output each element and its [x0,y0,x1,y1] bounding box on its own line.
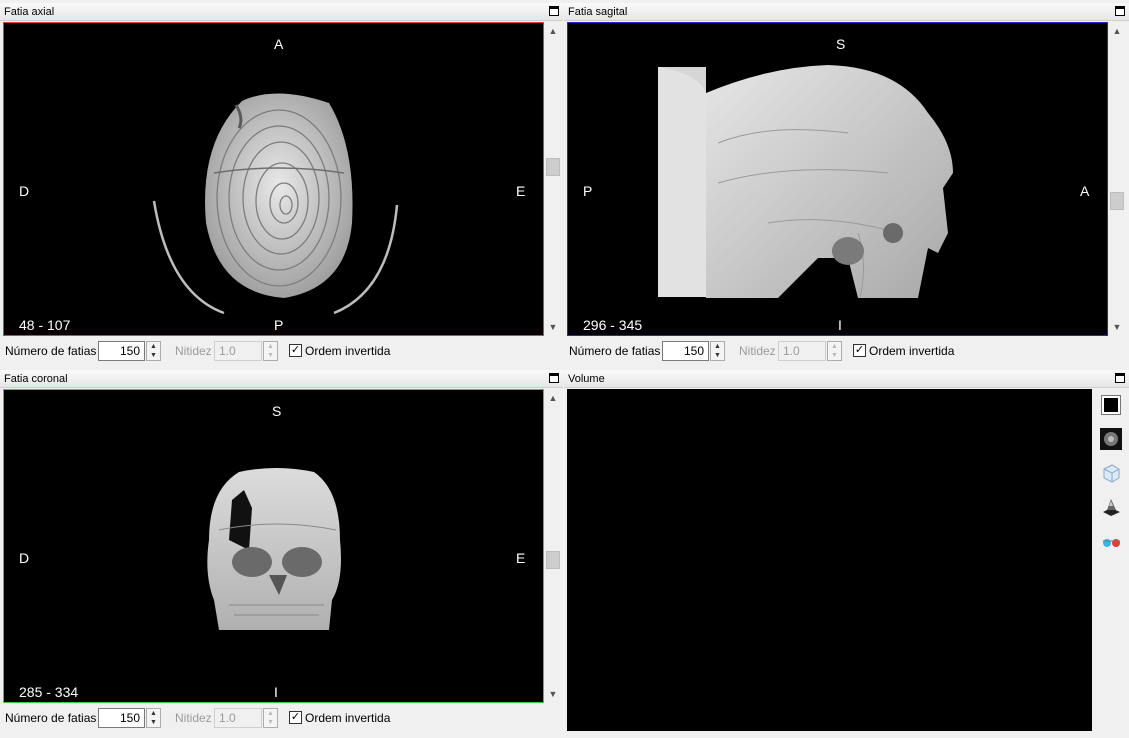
orient-bottom: I [838,317,842,333]
sharpness-label: Nitidez [739,344,776,358]
slices-label: Número de fatias [5,344,97,358]
scroll-down-icon[interactable]: ▼ [545,320,561,334]
sagittal-scrollbar[interactable]: ▲ ▼ [1109,22,1125,336]
scroll-thumb[interactable] [546,551,560,569]
scroll-up-icon[interactable]: ▲ [1109,24,1125,38]
coronal-panel: Fatia coronal S I D E 285 - 334 ▲ ▼ Núme… [0,370,563,738]
invert-checkbox[interactable]: ✓ [289,711,302,724]
slices-input[interactable]: 150 [662,341,709,361]
stereo-glasses-icon[interactable] [1099,529,1123,553]
orient-right: E [516,550,526,566]
orient-top: A [274,36,284,52]
raycasting-icon[interactable] [1099,427,1123,451]
slices-label: Número de fatias [569,344,661,358]
volume-panel: Volume [564,370,1129,738]
panel-title: Fatia coronal [0,370,563,388]
coronal-viewport[interactable]: S I D E 285 - 334 [3,389,544,703]
slices-label: Número de fatias [5,711,97,725]
3d-surface-icon[interactable] [1099,495,1123,519]
sharpness-input[interactable]: 1.0 [778,341,826,361]
slice-range: 285 - 334 [19,684,79,700]
orient-right: E [516,183,526,199]
maximize-icon[interactable] [1115,6,1125,16]
slice-range: 48 - 107 [19,317,71,333]
orient-left: D [19,550,30,566]
slices-spinner[interactable]: ▲ ▼ [710,341,725,361]
scroll-up-icon[interactable]: ▲ [545,24,561,38]
coronal-controls: Número de fatias 150 ▲ ▼ Nitidez 1.0 ▲ ▼ ✓… [0,705,563,731]
axial-panel: Fatia axial A P D E 48 - 107 ▲ ▼ Número … [0,3,563,367]
scroll-thumb[interactable] [546,158,560,176]
maximize-icon[interactable] [1115,373,1125,383]
slices-spinner[interactable]: ▲ ▼ [146,341,161,361]
sharpness-label: Nitidez [175,344,212,358]
sharpness-spinner[interactable]: ▲ ▼ [827,341,842,361]
maximize-icon[interactable] [549,373,559,383]
invert-label: Ordem invertida [305,344,391,358]
panel-title: Fatia sagital [564,3,1129,21]
sharpness-input[interactable]: 1.0 [214,341,262,361]
maximize-icon[interactable] [549,6,559,16]
slice-range: 296 - 345 [583,317,643,333]
orient-left: D [19,183,30,199]
slices-input[interactable]: 150 [98,341,145,361]
panel-title: Fatia axial [0,3,563,21]
slices-input[interactable]: 150 [98,708,145,728]
panel-title: Volume [564,370,1129,388]
scroll-down-icon[interactable]: ▼ [545,687,561,701]
orient-bottom: P [274,317,284,333]
volume-viewport[interactable] [567,389,1092,731]
coronal-skull-image [207,468,341,630]
orient-left: P [583,183,593,199]
sharpness-spinner[interactable]: ▲ ▼ [263,341,278,361]
sagittal-skull-image [658,65,953,299]
invert-checkbox[interactable]: ✓ [853,344,866,357]
sagittal-controls: Número de fatias 150 ▲ ▼ Nitidez 1.0 ▲ ▼ ✓… [564,338,1129,364]
axial-viewport[interactable]: A P D E 48 - 107 [3,22,544,336]
orient-top: S [272,403,282,419]
invert-label: Ordem invertida [869,344,955,358]
sagittal-viewport[interactable]: S I P A 296 - 345 [567,22,1108,336]
sharpness-label: Nitidez [175,711,212,725]
slices-spinner[interactable]: ▲ ▼ [146,708,161,728]
orient-bottom: I [274,684,278,700]
coronal-scrollbar[interactable]: ▲ ▼ [545,389,561,703]
orient-top: S [836,36,846,52]
background-color-icon[interactable] [1099,393,1123,417]
sharpness-input[interactable]: 1.0 [214,708,262,728]
invert-checkbox[interactable]: ✓ [289,344,302,357]
invert-label: Ordem invertida [305,711,391,725]
axial-scrollbar[interactable]: ▲ ▼ [545,22,561,336]
scroll-thumb[interactable] [1110,192,1124,210]
scroll-up-icon[interactable]: ▲ [545,391,561,405]
sagittal-panel: Fatia sagital S I P A 296 - 345 ▲ ▼ Núme… [564,3,1129,367]
sharpness-spinner[interactable]: ▲ ▼ [263,708,278,728]
axial-controls: Número de fatias 150 ▲ ▼ Nitidez 1.0 ▲ ▼ ✓… [0,338,563,364]
scroll-down-icon[interactable]: ▼ [1109,320,1125,334]
axial-skull-image [152,93,399,315]
orient-right: A [1080,183,1090,199]
slice-plane-icon[interactable] [1099,461,1123,485]
